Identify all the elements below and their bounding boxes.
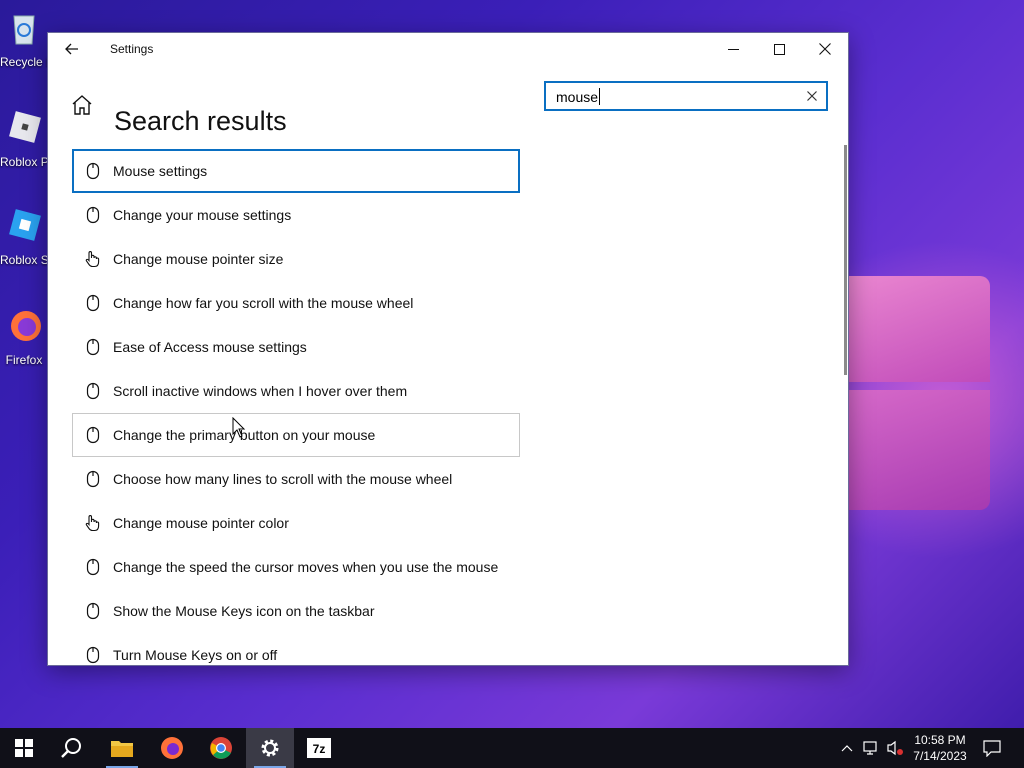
search-result-item[interactable]: Choose how many lines to scroll with the… (72, 457, 520, 501)
search-result-label: Change mouse pointer color (113, 515, 289, 531)
page-title: Search results (114, 106, 287, 137)
search-result-label: Scroll inactive windows when I hover ove… (113, 383, 408, 399)
mouse-icon (82, 204, 104, 226)
clock-time: 10:58 PM (914, 733, 966, 747)
search-result-item[interactable]: Change how far you scroll with the mouse… (72, 281, 520, 325)
search-result-item[interactable]: Change your mouse settings (72, 193, 520, 237)
search-result-label: Change the speed the cursor moves when y… (113, 559, 499, 575)
taskbar-firefox[interactable] (148, 728, 196, 768)
mouse-icon (82, 424, 104, 446)
search-result-item[interactable]: Change mouse pointer color (72, 501, 520, 545)
mouse-icon (82, 600, 104, 622)
7zip-icon: 7z (307, 738, 331, 758)
desktop-icon-label: Roblox Player (0, 155, 48, 169)
taskbar: 7z 10:58 PM 7/14/2023 (0, 728, 1024, 768)
search-icon (61, 738, 81, 758)
mouse-icon (82, 468, 104, 490)
search-result-item[interactable]: Change the speed the cursor moves when y… (72, 545, 520, 589)
close-button[interactable] (802, 33, 848, 65)
desktop-icon-firefox[interactable]: Firefox (0, 306, 48, 367)
start-button[interactable] (0, 728, 48, 768)
mouse-icon (82, 336, 104, 358)
taskbar-file-explorer[interactable] (98, 728, 146, 768)
mouse-icon (82, 160, 104, 182)
settings-window: Settings Search results Mouse settings Ch… (48, 33, 848, 665)
search-result-item[interactable]: Change the primary button on your mouse (72, 413, 520, 457)
close-icon (819, 43, 831, 55)
desktop-icon-label: Firefox (5, 353, 43, 367)
search-result-label: Change your mouse settings (113, 207, 292, 223)
windows-start-icon (15, 739, 33, 757)
mouse-icon (82, 380, 104, 402)
search-result-label: Show the Mouse Keys icon on the taskbar (113, 603, 375, 619)
desktop-icon-roblox-studio[interactable]: Roblox Studio (0, 206, 48, 267)
taskbar-7zip[interactable]: 7z (295, 728, 343, 768)
back-button[interactable] (48, 33, 96, 65)
hand-pointer-icon (82, 512, 104, 534)
window-title: Settings (110, 42, 154, 56)
search-result-label: Ease of Access mouse settings (113, 339, 307, 355)
text-caret (599, 88, 600, 105)
chrome-icon (210, 737, 232, 759)
maximize-button[interactable] (756, 33, 802, 65)
desktop-icon-label: Recycle Bin (0, 55, 48, 69)
mouse-icon (82, 556, 104, 578)
svg-text:7z: 7z (313, 742, 326, 756)
mouse-icon (82, 644, 104, 665)
search-results-list: Mouse settings Change your mouse settings… (72, 149, 520, 665)
gear-icon (261, 739, 279, 757)
desktop-icon-roblox-player[interactable]: Roblox Player (0, 108, 48, 169)
network-icon (863, 741, 877, 755)
search-result-item[interactable]: Mouse settings (72, 149, 520, 193)
firefox-icon (11, 311, 41, 341)
notification-icon (983, 740, 1001, 757)
mouse-icon (82, 292, 104, 314)
roblox-studio-icon (9, 209, 41, 241)
taskbar-search-button[interactable] (48, 728, 96, 768)
windows-logo-wallpaper (848, 258, 990, 510)
hand-pointer-icon (82, 248, 104, 270)
taskbar-settings[interactable] (246, 728, 294, 768)
search-result-label: Mouse settings (113, 163, 208, 179)
search-result-label: Turn Mouse Keys on or off (113, 647, 278, 663)
mouse-cursor (232, 417, 246, 438)
folder-icon (111, 741, 133, 757)
search-result-item[interactable]: Turn Mouse Keys on or off (72, 633, 520, 665)
search-result-label: Choose how many lines to scroll with the… (113, 471, 453, 487)
chevron-up-icon (841, 745, 853, 752)
recycle-bin-icon (13, 15, 35, 45)
scrollbar[interactable] (844, 145, 847, 375)
taskbar-clock[interactable]: 10:58 PM 7/14/2023 (902, 732, 978, 764)
clear-search-icon[interactable] (804, 88, 820, 104)
search-result-item[interactable]: Ease of Access mouse settings (72, 325, 520, 369)
show-hidden-icons-button[interactable] (838, 728, 856, 768)
search-result-item[interactable]: Change mouse pointer size (72, 237, 520, 281)
minimize-icon (727, 48, 739, 50)
search-box[interactable] (544, 81, 828, 111)
minimize-button[interactable] (710, 33, 756, 65)
taskbar-chrome[interactable] (197, 728, 245, 768)
title-bar[interactable]: Settings (48, 33, 848, 65)
firefox-icon (161, 737, 183, 759)
network-button[interactable] (860, 728, 882, 768)
roblox-icon (9, 111, 41, 143)
maximize-icon (773, 43, 785, 55)
back-arrow-icon (65, 43, 78, 55)
desktop-icon-label: Roblox Studio (0, 253, 48, 267)
search-input[interactable] (556, 87, 796, 107)
search-result-label: Change mouse pointer size (113, 251, 284, 267)
action-center-button[interactable] (980, 728, 1004, 768)
search-result-item[interactable]: Show the Mouse Keys icon on the taskbar (72, 589, 520, 633)
clock-date: 7/14/2023 (913, 749, 967, 763)
search-result-item[interactable]: Scroll inactive windows when I hover ove… (72, 369, 520, 413)
desktop-icon-recycle-bin[interactable]: Recycle Bin (0, 8, 48, 69)
home-icon[interactable] (70, 93, 94, 117)
search-result-label: Change how far you scroll with the mouse… (113, 295, 414, 311)
